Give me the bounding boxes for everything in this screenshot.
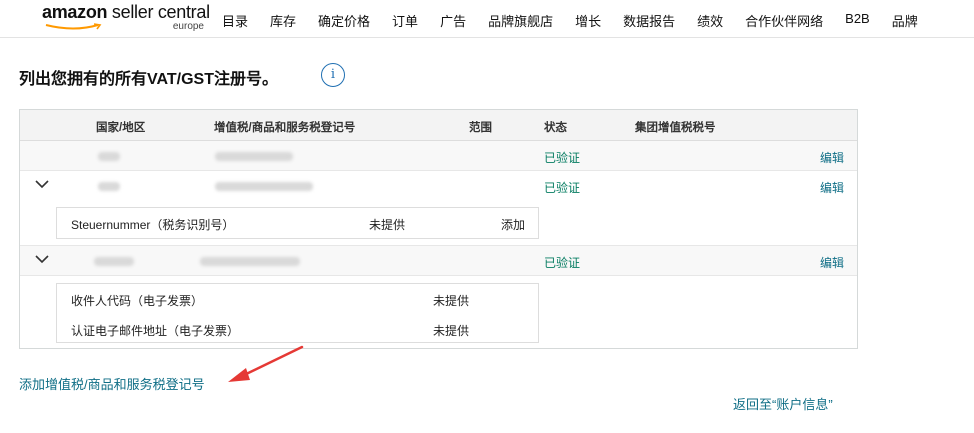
nav-pricing[interactable]: 确定价格: [318, 11, 370, 30]
top-navigation: amazon seller central europe 目录 库存 确定价格 …: [0, 0, 974, 38]
header-status: 状态: [544, 122, 567, 134]
edit-link[interactable]: 编辑: [820, 254, 844, 271]
nav-stores[interactable]: 品牌旗舰店: [488, 11, 553, 30]
nav-catalog[interactable]: 目录: [222, 11, 248, 30]
detail-value: 未提供: [369, 218, 406, 232]
detail-label: 收件人代码（电子发票）: [71, 294, 204, 308]
status-label: 已验证: [544, 256, 581, 270]
header-group-vat: 集团增值税税号: [635, 122, 716, 134]
vat-registration-table: 国家/地区 增值税/商品和服务税登记号 范围 状态 集团增值税税号 已验证 编辑…: [19, 109, 858, 349]
header-country: 国家/地区: [96, 122, 146, 134]
redacted-vat-number: [215, 182, 313, 191]
nav-growth[interactable]: 增长: [575, 11, 601, 30]
detail-label: 认证电子邮件地址（电子发票）: [71, 324, 240, 338]
back-to-account-info-link[interactable]: 返回至“账户信息”: [733, 394, 833, 413]
nav-advertising[interactable]: 广告: [440, 11, 466, 30]
annotation-arrow-icon: [228, 345, 304, 382]
redacted-vat-number: [200, 257, 300, 266]
detail-panel: 收件人代码（电子发票） 未提供 认证电子邮件地址（电子发票） 未提供: [56, 283, 539, 343]
seller-central-logo[interactable]: amazon seller central europe: [42, 2, 210, 36]
status-label: 已验证: [544, 181, 581, 195]
logo-region: europe: [172, 21, 204, 32]
nav-brands[interactable]: 品牌: [892, 11, 918, 30]
add-vat-number-link[interactable]: 添加增值税/商品和服务税登记号: [19, 374, 205, 393]
redacted-country: [94, 257, 134, 266]
header-vat-number: 增值税/商品和服务税登记号: [214, 122, 356, 134]
nav-orders[interactable]: 订单: [392, 11, 418, 30]
chevron-down-icon[interactable]: [35, 178, 49, 190]
detail-value: 未提供: [433, 324, 470, 338]
edit-link[interactable]: 编辑: [820, 179, 844, 196]
page-title: 列出您拥有的所有VAT/GST注册号。: [19, 71, 278, 88]
nav-inventory[interactable]: 库存: [270, 11, 296, 30]
detail-label: Steuernummer（税务识别号）: [71, 218, 235, 232]
detail-row: Steuernummer（税务识别号） 未提供 添加: [57, 208, 538, 238]
status-label: 已验证: [544, 151, 581, 165]
nav-partner-network[interactable]: 合作伙伴网络: [745, 11, 823, 30]
logo-brand: amazon: [42, 2, 108, 22]
amazon-smile-icon: [45, 23, 102, 30]
redacted-vat-number: [215, 152, 293, 161]
info-icon[interactable]: i: [321, 63, 345, 87]
table-header: 国家/地区 增值税/商品和服务税登记号 范围 状态 集团增值税税号: [20, 110, 857, 141]
table-row: 已验证 编辑: [20, 171, 857, 201]
nav-reports[interactable]: 数据报告: [623, 11, 675, 30]
detail-row: 认证电子邮件地址（电子发票） 未提供: [57, 314, 538, 344]
nav-performance[interactable]: 绩效: [697, 11, 723, 30]
header-scope: 范围: [469, 122, 492, 134]
logo-product: seller central: [111, 2, 210, 22]
table-row: 已验证 编辑: [20, 245, 857, 276]
table-row: 已验证 编辑: [20, 141, 857, 171]
edit-link[interactable]: 编辑: [820, 149, 844, 166]
detail-panel: Steuernummer（税务识别号） 未提供 添加: [56, 207, 539, 239]
redacted-country: [98, 152, 120, 161]
chevron-down-icon[interactable]: [35, 253, 49, 265]
main-menu: 目录 库存 确定价格 订单 广告 品牌旗舰店 增长 数据报告 绩效 合作伙伴网络…: [222, 11, 918, 30]
redacted-country: [98, 182, 120, 191]
nav-b2b[interactable]: B2B: [845, 11, 870, 30]
detail-row: 收件人代码（电子发票） 未提供: [57, 284, 538, 314]
detail-value: 未提供: [433, 294, 470, 308]
add-tax-id-link[interactable]: 添加: [501, 216, 525, 233]
